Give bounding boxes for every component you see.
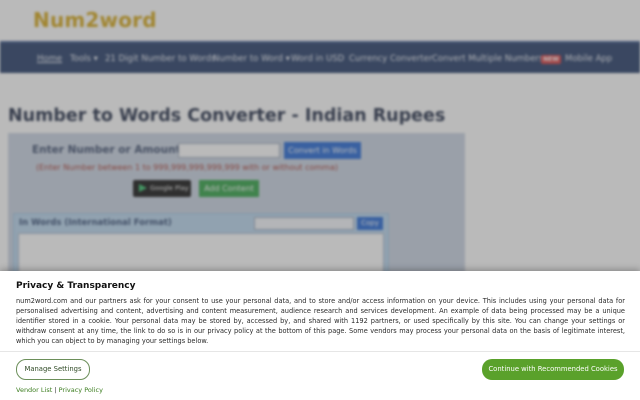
privacy-policy-link[interactable]: Privacy Policy (59, 386, 103, 394)
vendor-list-link[interactable]: Vendor List (16, 386, 52, 394)
consent-body: num2word.com and our partners ask for yo… (16, 297, 625, 345)
link-separator: | (54, 386, 57, 394)
consent-title: Privacy & Transparency (16, 281, 136, 291)
accept-cookies-button[interactable]: Continue with Recommended Cookies (482, 359, 624, 380)
manage-settings-button[interactable]: Manage Settings (16, 359, 90, 380)
divider (0, 351, 640, 352)
consent-links: Vendor List | Privacy Policy (16, 386, 103, 394)
consent-dialog: Privacy & Transparency num2word.com and … (0, 271, 640, 400)
